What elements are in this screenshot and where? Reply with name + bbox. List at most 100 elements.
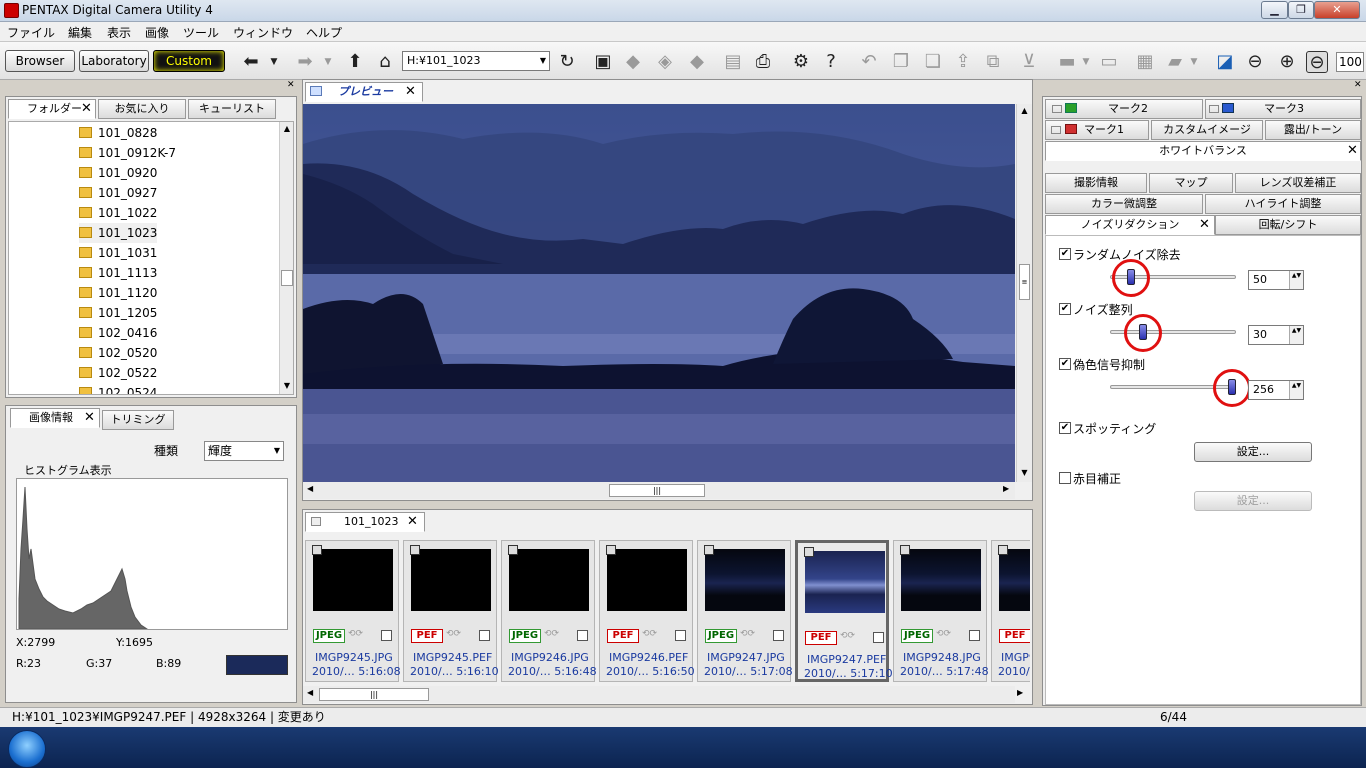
scroll-down-icon[interactable]: ▼	[1017, 468, 1032, 477]
up-arrow-icon[interactable]: ⬆	[344, 51, 366, 73]
tab-custom-image[interactable]: カスタムイメージ	[1151, 120, 1263, 140]
tab-trimming[interactable]: トリミング	[102, 410, 174, 430]
minimize-button[interactable]: ▁	[1261, 1, 1288, 19]
window-view-icon[interactable]: ▣	[592, 51, 614, 73]
forward-dropdown-icon[interactable]: ▼	[322, 51, 334, 73]
setting-spinbox[interactable]: 256 ▲▼	[1248, 380, 1304, 400]
lock-icon[interactable]	[900, 545, 910, 555]
menu-file[interactable]: ファイル	[7, 24, 55, 41]
tab-noise-reduction[interactable]: ノイズリダクション	[1045, 215, 1215, 235]
select-checkbox[interactable]	[675, 630, 686, 641]
menu-view[interactable]: 表示	[107, 24, 131, 41]
select-checkbox[interactable]	[969, 630, 980, 641]
folder-scrollbar[interactable]: ▲ ▼	[279, 122, 293, 394]
home-icon[interactable]: ⌂	[374, 51, 396, 73]
zoom-value[interactable]: 100	[1336, 52, 1364, 72]
redeye-checkbox[interactable]	[1059, 472, 1071, 484]
folder-item[interactable]: 101_0912K-7	[79, 143, 176, 163]
tab-queue-list[interactable]: キューリスト	[188, 99, 276, 119]
menu-help[interactable]: ヘルプ	[306, 24, 342, 41]
left-panel-close-icon[interactable]: ✕	[287, 80, 295, 90]
thumbnail-item[interactable]: JPEG ⟲⟳ IMGP9248.JPG 2010/… 5:17:48	[893, 540, 989, 682]
thumbnail-item[interactable]: PEF ⟲⟳ IMGP9245.PEF 2010/… 5:16:10	[403, 540, 499, 682]
lock-icon[interactable]	[410, 545, 420, 555]
thumbnail-item[interactable]: JPEG ⟲⟳ IMGP9246.JPG 2010/… 5:16:48	[501, 540, 597, 682]
scroll-down-icon[interactable]: ▼	[280, 381, 293, 390]
zoom-in-icon[interactable]: ⊕	[1276, 51, 1298, 73]
close-button[interactable]: ✕	[1314, 1, 1360, 19]
tab-lens-correction[interactable]: レンズ収差補正	[1235, 173, 1361, 193]
preview-hscroll-thumb[interactable]: |||	[609, 484, 705, 497]
folder-item[interactable]: 101_1113	[79, 263, 157, 283]
tab-exposure-tone[interactable]: 露出/トーン	[1265, 120, 1361, 140]
folder-scroll-thumb[interactable]	[281, 270, 293, 286]
undo-icon[interactable]: ↶	[858, 51, 880, 73]
diamond-icon[interactable]: ◆	[622, 51, 644, 73]
filter-icon[interactable]: ⊻	[1018, 51, 1040, 73]
lock-icon[interactable]	[606, 545, 616, 555]
folder-icon[interactable]: ▰	[1164, 51, 1186, 73]
back-dropdown-icon[interactable]: ▼	[268, 51, 280, 73]
diamond-arrow-icon[interactable]: ◈	[654, 51, 676, 73]
select-checkbox[interactable]	[873, 632, 884, 643]
scroll-right-icon[interactable]: ▶	[1003, 484, 1009, 493]
preview-tab-close-icon[interactable]: ✕	[405, 84, 416, 99]
menu-tools[interactable]: ツール	[183, 24, 219, 41]
rotate-icon[interactable]: ⟲⟳	[936, 629, 951, 639]
scroll-up-icon[interactable]: ▲	[1017, 106, 1032, 115]
preview-image[interactable]	[303, 104, 1015, 482]
preview-vscroll-thumb[interactable]: ≡	[1019, 264, 1030, 300]
spin-arrows-icon[interactable]: ▲▼	[1289, 271, 1303, 289]
view-options-icon[interactable]: ▬	[1056, 51, 1078, 73]
view-options-dropdown-icon[interactable]: ▼	[1080, 51, 1092, 73]
lock-icon[interactable]	[312, 545, 322, 555]
setting-spinbox[interactable]: 50 ▲▼	[1248, 270, 1304, 290]
menu-image[interactable]: 画像	[145, 24, 169, 41]
tab-map[interactable]: マップ	[1149, 173, 1233, 193]
tab-white-balance[interactable]: ホワイトバランス	[1045, 141, 1361, 161]
folder-item[interactable]: 102_0524	[79, 383, 157, 394]
spotting-checkbox[interactable]: ✔	[1059, 422, 1071, 434]
tab-color-adjust[interactable]: カラー微調整	[1045, 194, 1203, 214]
thumbnail-item[interactable]: PEF ⟲⟳ IMGP9246.PEF 2010/… 5:16:50	[599, 540, 695, 682]
setting-checkbox[interactable]: ✔	[1059, 303, 1071, 315]
right-panel-close-icon[interactable]: ✕	[1354, 80, 1362, 90]
browser-mode-button[interactable]: Browser	[5, 50, 75, 72]
rotate-icon[interactable]: ⟲⟳	[348, 629, 363, 639]
compare-icon[interactable]: ▤	[722, 51, 744, 73]
rotate-icon[interactable]: ⟲⟳	[446, 629, 461, 639]
thumbnail-item[interactable]: PEF ⟲⟳ IMGP9247.PEF 2010/… 5:17:10	[795, 540, 893, 682]
paste-settings-icon[interactable]: ❏	[922, 51, 944, 73]
back-arrow-icon[interactable]: ⬅	[240, 51, 262, 73]
setting-checkbox[interactable]: ✔	[1059, 248, 1071, 260]
folder-item[interactable]: 101_1022	[79, 203, 157, 223]
filmstrip-hscrollbar[interactable]: ◀ ||| ▶	[303, 686, 1023, 703]
custom-mode-button[interactable]: Custom	[153, 50, 225, 72]
laboratory-mode-button[interactable]: Laboratory	[79, 50, 149, 72]
thumbnail-item[interactable]: JPEG ⟲⟳ IMGP9247.JPG 2010/… 5:17:08	[697, 540, 793, 682]
folder-item[interactable]: 102_0522	[79, 363, 157, 383]
folder-item[interactable]: 101_1205	[79, 303, 157, 323]
setting-checkbox[interactable]: ✔	[1059, 358, 1071, 370]
folder-item[interactable]: 101_0927	[79, 183, 157, 203]
select-checkbox[interactable]	[479, 630, 490, 641]
restore-button[interactable]: ❐	[1288, 1, 1314, 19]
spin-arrows-icon[interactable]: ▲▼	[1289, 326, 1303, 344]
start-button[interactable]	[8, 730, 46, 768]
zoom-out-icon[interactable]: ⊖	[1244, 51, 1266, 73]
filmstrip-hscroll-thumb[interactable]: |||	[319, 688, 429, 701]
spotting-settings-button[interactable]: 設定...	[1194, 442, 1312, 462]
zoom-actual-icon[interactable]: ⊖	[1306, 51, 1328, 73]
scroll-left-icon[interactable]: ◀	[307, 484, 313, 493]
info-tab-close-icon[interactable]: ✕	[84, 410, 95, 425]
folder-item[interactable]: 101_1120	[79, 283, 157, 303]
lock-icon[interactable]	[804, 547, 814, 557]
folder-item[interactable]: 101_1031	[79, 243, 157, 263]
folder-tab-close-icon[interactable]: ✕	[81, 101, 92, 116]
rotate-icon[interactable]: ⟲⟳	[642, 629, 657, 639]
fit-screen-icon[interactable]: ◪	[1214, 51, 1236, 73]
select-checkbox[interactable]	[773, 630, 784, 641]
folder-item[interactable]: 101_0828	[79, 123, 157, 143]
nr-tab-close-icon[interactable]: ✕	[1199, 217, 1210, 232]
folder-item[interactable]: 102_0416	[79, 323, 157, 343]
